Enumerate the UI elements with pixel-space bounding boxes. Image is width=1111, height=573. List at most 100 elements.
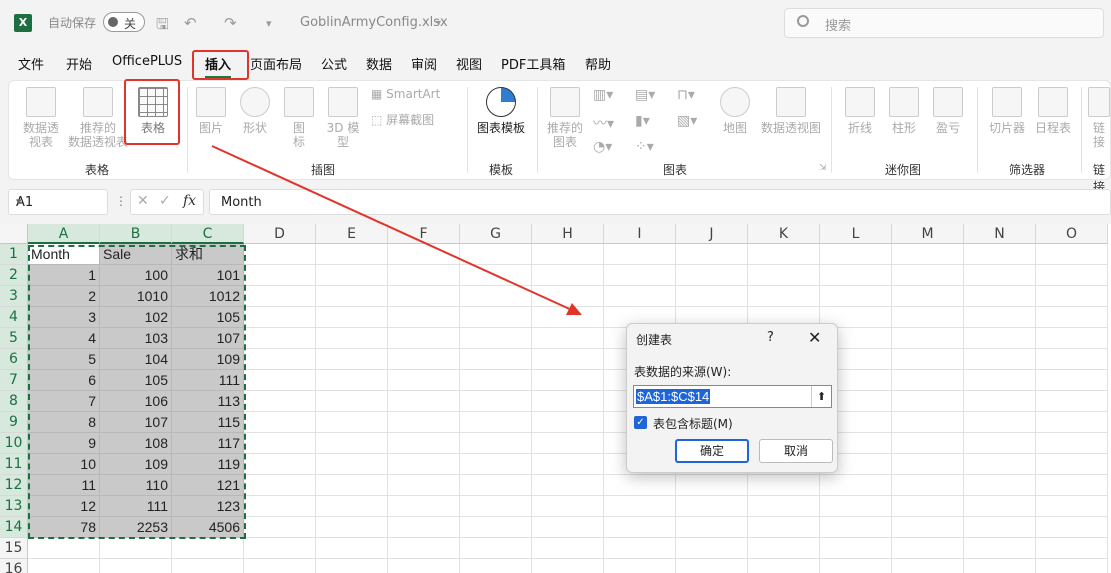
cell[interactable] [316,307,388,328]
help-button[interactable]: ? [767,330,774,345]
cell[interactable] [604,286,676,307]
cell[interactable] [388,370,460,391]
cell[interactable] [748,265,820,286]
cell[interactable] [532,244,604,265]
cell[interactable] [388,244,460,265]
cell[interactable] [1036,496,1108,517]
cell[interactable] [532,349,604,370]
charts-dialog-launcher-icon[interactable]: ⇲ [819,163,827,173]
cell[interactable] [532,433,604,454]
cell[interactable] [532,412,604,433]
cell[interactable] [460,538,532,559]
sparkline-line-button[interactable]: 折线 [843,87,877,135]
row-header[interactable]: 11 [0,454,28,475]
tab-page-layout[interactable]: 页面布局 [250,54,302,73]
row-header[interactable]: 9 [0,412,28,433]
cell[interactable] [316,559,388,573]
recommended-pivot-button[interactable]: 推荐的 数据透视表 [65,87,131,149]
screenshot-button[interactable]: ⬚ 屏幕截图 [371,111,434,128]
cell[interactable] [1036,286,1108,307]
file-name[interactable]: GoblinArmyConfig.xlsx [300,15,448,30]
row-header[interactable]: 15 [0,538,28,559]
cell[interactable] [388,265,460,286]
chevron-down-icon[interactable]: ▾ [436,18,441,29]
cell[interactable] [676,538,748,559]
cell[interactable] [892,517,964,538]
cell[interactable] [388,349,460,370]
cell[interactable] [316,265,388,286]
row-header[interactable]: 1 [0,244,28,265]
cell[interactable] [964,517,1036,538]
cell[interactable] [1036,559,1108,573]
column-header-a[interactable]: A [28,224,100,244]
cell[interactable] [892,307,964,328]
quick-access-dropdown-icon[interactable]: ▾ [266,17,272,30]
column-header-i[interactable]: I [604,224,676,244]
cell[interactable] [892,559,964,573]
cell[interactable] [460,349,532,370]
tab-data[interactable]: 数据 [366,54,392,73]
cell[interactable] [892,349,964,370]
cell[interactable] [604,517,676,538]
cell[interactable] [244,286,316,307]
column-header-m[interactable]: M [892,224,964,244]
tab-officeplus[interactable]: OfficePLUS [112,54,182,69]
cell[interactable] [316,412,388,433]
cell[interactable] [388,538,460,559]
cell[interactable] [892,454,964,475]
column-header-c[interactable]: C [172,224,244,244]
row-header[interactable]: 7 [0,370,28,391]
cell[interactable] [676,475,748,496]
column-header-o[interactable]: O [1036,224,1108,244]
combo-chart-icon[interactable]: ▧▾ [677,113,697,129]
map-chart-button[interactable]: 地图 [717,87,753,135]
cell[interactable] [532,559,604,573]
cell[interactable] [532,370,604,391]
column-header-g[interactable]: G [460,224,532,244]
tab-review[interactable]: 审阅 [411,54,437,73]
column-header-d[interactable]: D [244,224,316,244]
cell[interactable] [1036,349,1108,370]
cell[interactable] [316,538,388,559]
cell[interactable] [964,475,1036,496]
cell[interactable] [388,517,460,538]
pie-chart-small-icon[interactable]: ◔▾ [593,139,612,155]
cell[interactable] [676,286,748,307]
cell[interactable] [460,265,532,286]
cell[interactable] [532,391,604,412]
cell[interactable] [748,538,820,559]
cell[interactable] [460,244,532,265]
cell[interactable] [460,496,532,517]
cell[interactable] [100,538,172,559]
row-header[interactable]: 6 [0,349,28,370]
cell[interactable] [244,307,316,328]
cell[interactable] [964,244,1036,265]
cancel-button[interactable]: 取消 [759,439,833,463]
cell[interactable] [892,265,964,286]
cell[interactable] [676,517,748,538]
cell[interactable] [388,328,460,349]
cell[interactable] [244,475,316,496]
cell[interactable] [1036,265,1108,286]
cell[interactable] [460,307,532,328]
tab-file[interactable]: 文件 [18,54,44,73]
cell[interactable] [460,475,532,496]
cell[interactable] [892,538,964,559]
cell[interactable] [244,391,316,412]
row-header[interactable]: 16 [0,559,28,573]
search-box[interactable]: 搜索 [784,8,1104,38]
cell[interactable] [1036,244,1108,265]
cell[interactable] [460,454,532,475]
cell[interactable] [892,328,964,349]
cell[interactable] [676,244,748,265]
cell[interactable] [604,496,676,517]
cell[interactable] [388,454,460,475]
worksheet-grid[interactable]: A B C D E F G H I J K L M N O 1 Month Sale 求和 2 1 100 101 3 2 101… [0,224,1111,573]
cell[interactable] [676,265,748,286]
cell[interactable] [604,538,676,559]
cell[interactable] [532,307,604,328]
name-box[interactable]: A1 ▾ [8,189,108,215]
picture-button[interactable]: 图片 [193,87,229,135]
cell[interactable] [604,244,676,265]
cell[interactable] [964,412,1036,433]
